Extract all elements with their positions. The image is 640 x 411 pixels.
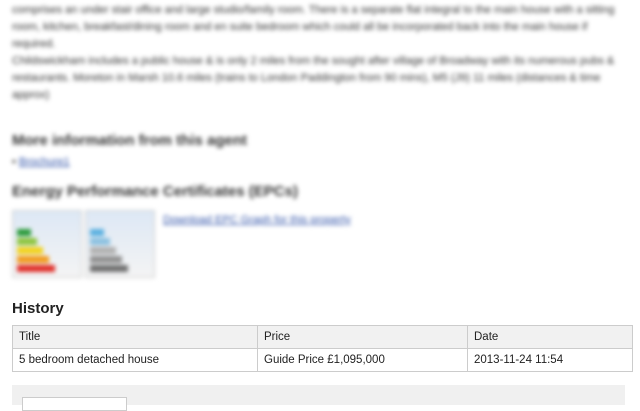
agent-heading: More information from this agent xyxy=(12,132,248,149)
history-table: Title Price Date 5 bedroom detached hous… xyxy=(12,325,633,372)
history-heading: History xyxy=(12,300,64,317)
footer-panel xyxy=(12,385,625,411)
history-price: Guide Price £1,095,000 xyxy=(257,348,468,372)
column-header: Title xyxy=(12,325,258,349)
epc-image[interactable] xyxy=(12,210,82,278)
table-row: 5 bedroom detached house Guide Price £1,… xyxy=(12,348,633,372)
history-title: 5 bedroom detached house xyxy=(12,348,258,372)
description-paragraph: Childswickham includes a public house & … xyxy=(12,55,615,101)
footer-button[interactable] xyxy=(22,397,127,411)
table-header-row: Title Price Date xyxy=(12,325,633,349)
download-epc-link[interactable]: Download EPC Graph for this property xyxy=(163,214,351,226)
history-date: 2013-11-24 11:54 xyxy=(467,348,633,372)
description: comprises an under stair office and larg… xyxy=(12,2,622,104)
agent-link-item: • Brochure1 xyxy=(12,156,70,168)
column-header: Date xyxy=(467,325,633,349)
blurred-details: comprises an under stair office and larg… xyxy=(0,0,640,290)
column-header: Price xyxy=(257,325,468,349)
description-paragraph: comprises an under stair office and larg… xyxy=(12,4,615,50)
epc-image[interactable] xyxy=(85,210,155,278)
epc-heading: Energy Performance Certificates (EPCs) xyxy=(12,183,298,200)
brochure-link[interactable]: Brochure1 xyxy=(19,156,70,168)
